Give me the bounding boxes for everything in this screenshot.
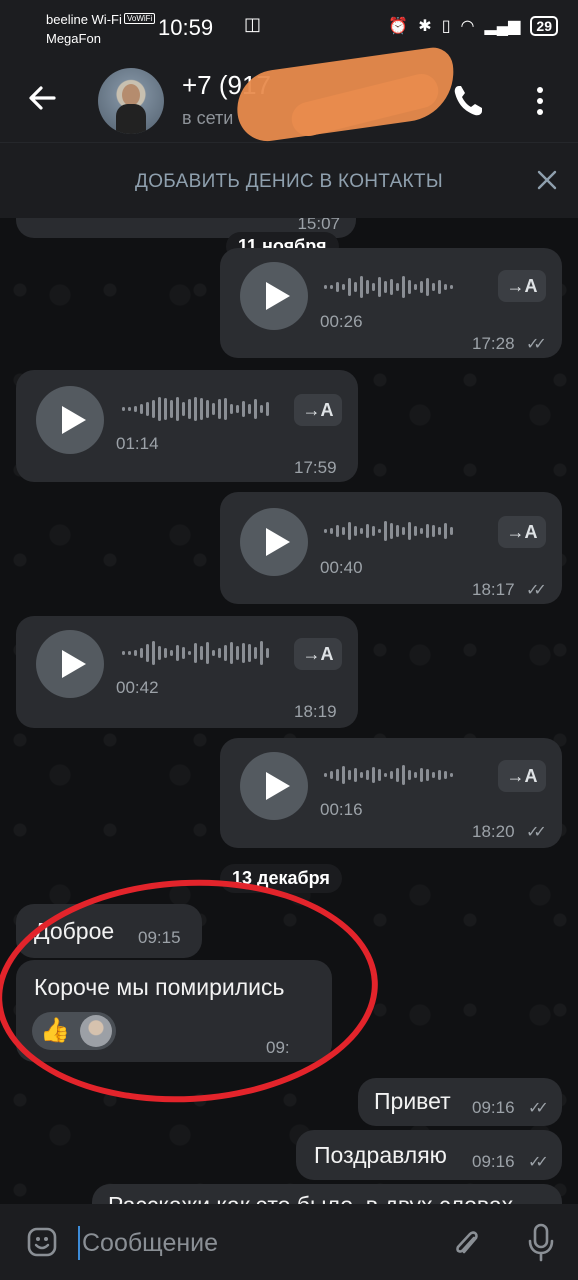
more-vert-icon[interactable] xyxy=(528,84,552,118)
waveform[interactable] xyxy=(324,272,453,302)
play-button[interactable] xyxy=(240,262,308,330)
message-time: 17:28 xyxy=(472,334,515,353)
contact-status: в сети xyxy=(182,108,234,128)
message-list[interactable]: 15:07 11 ноября →A 00:26 17:28 ✓✓ →A 01:… xyxy=(0,218,578,1204)
read-checks-icon: ✓✓ xyxy=(528,1100,549,1117)
text-message-out[interactable]: Поздравляю 09:16 ✓✓ xyxy=(296,1130,562,1180)
message-text: Расскажи как это было, в двух словах xyxy=(108,1192,513,1204)
avatar-body xyxy=(116,104,146,134)
play-button[interactable] xyxy=(36,630,104,698)
waveform[interactable] xyxy=(324,516,453,546)
transcribe-button[interactable]: →A xyxy=(294,394,342,426)
voice-duration: 01:14 xyxy=(116,434,159,453)
read-checks-icon: ✓✓ xyxy=(526,336,547,353)
wifi-icon: ◠ xyxy=(460,18,475,35)
phone-icon[interactable] xyxy=(450,80,486,120)
waveform[interactable] xyxy=(122,394,269,424)
paperclip-icon[interactable] xyxy=(450,1224,484,1262)
message-time: 18:20 xyxy=(472,822,515,841)
text-cursor xyxy=(78,1226,80,1260)
battery-icon: 29 xyxy=(530,16,558,36)
close-icon[interactable] xyxy=(534,167,560,193)
transcribe-button[interactable]: →A xyxy=(498,760,546,792)
alarm-icon: ⏰ xyxy=(388,18,409,35)
message-time: 09:16 xyxy=(472,1152,515,1171)
signal-icon: ▂▄▆ xyxy=(484,18,521,35)
vowifi-badge: VoWiFi xyxy=(124,13,156,24)
voice-message-out[interactable]: →A 00:40 18:17 ✓✓ xyxy=(220,492,562,604)
voice-duration: 00:42 xyxy=(116,678,159,697)
nfc-icon: ◫ xyxy=(244,14,262,34)
clock: 10:59 xyxy=(158,15,214,40)
chat-header: +7 (917 в сети xyxy=(0,45,578,145)
play-button[interactable] xyxy=(36,386,104,454)
avatar-head xyxy=(122,84,140,106)
status-icons: ◫ xyxy=(244,14,261,35)
message-time: 18:19 xyxy=(294,702,337,721)
voice-duration: 00:26 xyxy=(320,312,363,331)
play-button[interactable] xyxy=(240,752,308,820)
voice-duration: 00:40 xyxy=(320,558,363,577)
carrier-label-2: MegaFon xyxy=(46,31,101,46)
microphone-icon[interactable] xyxy=(526,1222,556,1264)
system-icons: ⏰ ✱ ▯ ◠ ▂▄▆ 29 xyxy=(388,16,558,36)
status-bar: beeline Wi-Fi VoWiFi MegaFon 10:59 ◫ ⏰ ✱… xyxy=(0,0,578,58)
read-checks-icon: ✓✓ xyxy=(526,582,547,599)
waveform[interactable] xyxy=(122,638,269,668)
add-contact-button[interactable]: ДОБАВИТЬ ДЕНИС В КОНТАКТЫ xyxy=(0,171,578,193)
carrier-label: beeline Wi-Fi xyxy=(46,12,122,27)
voice-message-in[interactable]: →A 01:14 17:59 xyxy=(16,370,358,482)
message-input[interactable] xyxy=(82,1224,382,1262)
text-message-out[interactable]: Привет 09:16 ✓✓ xyxy=(358,1078,562,1126)
bluetooth-icon: ✱ xyxy=(418,18,432,35)
waveform[interactable] xyxy=(324,760,453,790)
read-checks-icon: ✓✓ xyxy=(526,824,547,841)
message-time: 09:16 xyxy=(472,1098,515,1117)
emoji-icon[interactable] xyxy=(26,1226,58,1258)
message-text: Поздравляю xyxy=(314,1142,447,1168)
voice-message-in[interactable]: →A 00:42 18:19 xyxy=(16,616,358,728)
message-text: Привет xyxy=(374,1088,451,1114)
read-checks-icon: ✓✓ xyxy=(528,1154,549,1171)
transcribe-button[interactable]: →A xyxy=(498,270,546,302)
voice-message-out[interactable]: →A 00:16 18:20 ✓✓ xyxy=(220,738,562,848)
message-time: 18:17 xyxy=(472,580,515,599)
transcribe-button[interactable]: →A xyxy=(498,516,546,548)
back-arrow-icon[interactable] xyxy=(24,80,60,116)
play-button[interactable] xyxy=(240,508,308,576)
message-time: 17:59 xyxy=(294,458,337,477)
voice-duration: 00:16 xyxy=(320,800,363,819)
contact-avatar[interactable] xyxy=(98,68,164,134)
voice-message-out[interactable]: →A 00:26 17:28 ✓✓ xyxy=(220,248,562,358)
text-message-out[interactable]: Расскажи как это было, в двух словах xyxy=(92,1184,562,1204)
vibrate-icon: ▯ xyxy=(441,18,451,35)
add-contact-banner: ДОБАВИТЬ ДЕНИС В КОНТАКТЫ xyxy=(0,142,578,218)
composer-bar xyxy=(0,1204,578,1280)
transcribe-button[interactable]: →A xyxy=(294,638,342,670)
